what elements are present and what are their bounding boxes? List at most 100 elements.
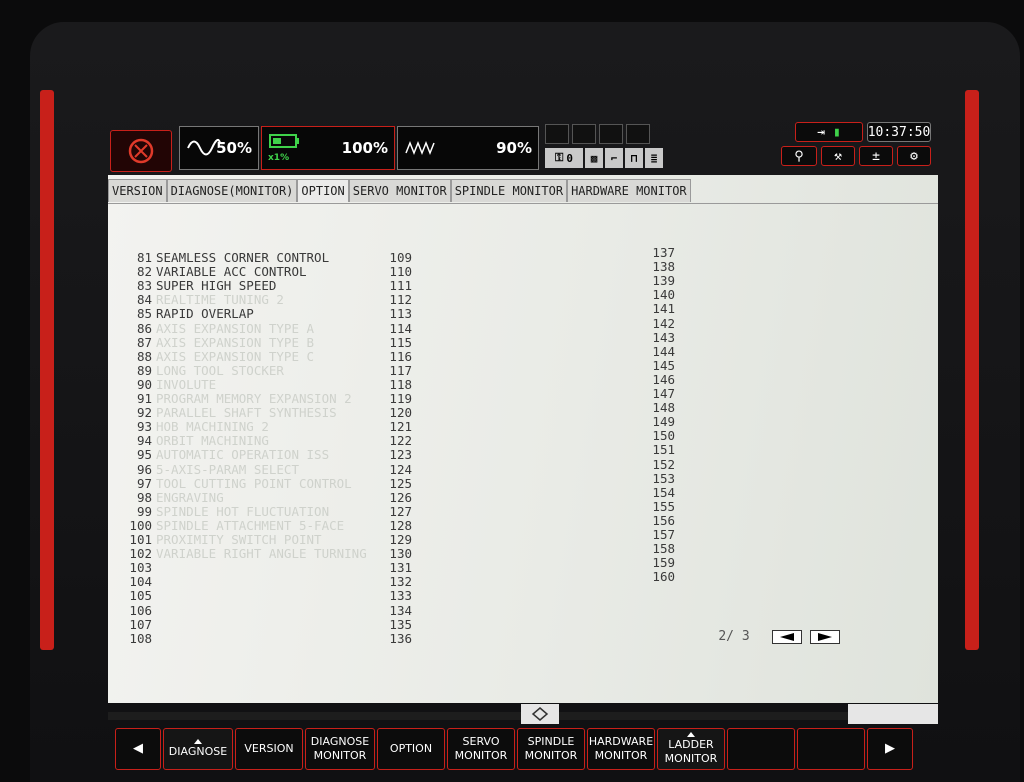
option-number: 158 [652,541,675,557]
tab-bar: VERSION DIAGNOSE(MONITOR) OPTION SERVO M… [108,179,691,203]
option-name: AXIS EXPANSION TYPE B [156,334,315,350]
option-row: 88 AXIS EXPANSION TYPE C [108,349,314,364]
arrow-left-icon: ◀ [133,741,143,756]
option-number: 116 [389,348,412,364]
option-number: 160 [652,569,675,585]
option-number: 143 [652,329,675,345]
option-number: 108 [129,630,152,646]
option-name: PARALLEL SHAFT SYNTHESIS [156,405,337,421]
option-number: 85 [136,306,152,322]
softkey-label: HARDWARE [588,735,654,748]
softkey-version[interactable]: VERSION [235,728,303,770]
horizontal-scrollbar[interactable] [108,704,938,724]
option-name: AXIS EXPANSION TYPE A [156,320,315,336]
option-number: 126 [389,489,412,505]
option-number: 133 [389,588,412,604]
key-icon: ⚿ 0 [545,148,583,168]
gear-icon: ⚙ [910,148,918,164]
scroll-thumb[interactable] [521,704,559,724]
option-number: 98 [136,489,152,505]
option-number: 146 [652,371,675,387]
option-number: 122 [389,433,412,449]
softkey-option[interactable]: OPTION [377,728,445,770]
option-name: 5-AXIS-PARAM SELECT [156,461,299,477]
tool-icon: ⊓ [625,148,643,168]
tab-diagnose-monitor[interactable]: DIAGNOSE(MONITOR) [166,179,298,202]
softkey-ladder-monitor[interactable]: LADDER MONITOR [657,728,725,770]
option-row: 96 5-AXIS-PARAM SELECT [108,461,299,477]
option-number: 144 [652,343,675,359]
tab-version[interactable]: VERSION [108,179,167,202]
tab-option[interactable]: OPTION [297,179,349,202]
status-bar: 50% x1% 100% 90% ⚿ 0 ▩ ⌐ ⊓ ≣ ⇥ ▮ 10:37:5… [105,118,935,174]
option-number: 138 [652,259,675,275]
arrow-left-icon [780,632,794,641]
softkey-spindle-monitor[interactable]: SPINDLE MONITOR [517,728,585,770]
option-row: 103 [108,561,156,575]
alarm-button[interactable] [110,130,172,172]
page-prev-button[interactable] [772,629,802,644]
option-number: 132 [389,574,412,590]
softkey-hardware-monitor[interactable]: HARDWARE MONITOR [587,728,655,770]
option-number: 135 [389,616,412,632]
main-screen: VERSION DIAGNOSE(MONITOR) OPTION SERVO M… [108,175,938,703]
feed-override-gauge[interactable]: 50% [179,126,259,170]
softkey-label: DIAGNOSE [310,735,370,748]
settings-button[interactable]: ⚙ [897,146,931,166]
tab-spindle-monitor[interactable]: SPINDLE MONITOR [450,179,568,202]
location-pin-icon: ⚲ [794,148,804,164]
option-row: 87 AXIS EXPANSION TYPE B [108,334,315,350]
hatch-icon: ▩ [585,148,603,168]
option-number: 139 [652,273,675,289]
softkey-next[interactable]: ▶ [867,728,913,770]
option-number: 134 [389,602,412,618]
softkey-diagnose-monitor[interactable]: DIAGNOSE MONITOR [305,728,375,770]
page-next-button[interactable] [810,629,840,644]
softkey-blank2[interactable] [797,728,865,770]
option-number: 111 [389,278,412,294]
option-row: 86 AXIS EXPANSION TYPE A [108,320,315,336]
softkey-label: LADDER [668,738,714,751]
option-row: 100 SPINDLE ATTACHMENT 5-FACE [108,518,344,533]
option-name: TOOL CUTTING POINT CONTROL [156,475,352,491]
bezel-accent-left [40,90,54,650]
option-number: 124 [389,461,412,477]
option-name: LONG TOOL STOCKER [156,362,284,378]
softkey-diagnose[interactable]: DIAGNOSE [163,728,233,770]
tab-servo-monitor[interactable]: SERVO MONITOR [348,179,451,202]
rapid-override-gauge[interactable]: x1% 100% [261,126,395,170]
option-number: 154 [652,484,675,500]
option-number: 106 [129,602,152,618]
softkey-label: MONITOR [313,749,367,762]
sine-wave-icon [187,138,221,156]
key-status-row: ⚿ 0 ▩ ⌐ ⊓ ≣ [545,148,663,168]
alarm-icon [128,138,154,164]
wrench-button[interactable]: ⚒ [821,146,855,166]
option-row: 102 VARIABLE RIGHT ANGLE TURNING [108,546,367,562]
clock-text: 10:37:50 [867,124,931,140]
softkey-servo-monitor[interactable]: SERVO MONITOR [447,728,515,770]
navi-button[interactable]: ⚲ [781,146,817,166]
option-number: 112 [389,292,412,308]
softkey-prev[interactable]: ◀ [115,728,161,770]
option-number: 136 [389,630,412,646]
calculator-button[interactable]: ± [859,146,893,166]
softkey-label: SERVO [462,735,500,748]
spindle-override-gauge[interactable]: 90% [397,126,539,170]
tab-hardware-monitor[interactable]: HARDWARE MONITOR [567,179,691,202]
option-name: SUPER HIGH SPEED [156,278,277,294]
option-number: 130 [389,546,412,562]
option-name: REALTIME TUNING 2 [156,292,284,308]
option-number: 140 [652,287,675,303]
mode-select-button[interactable]: ⇥ ▮ [795,122,863,142]
option-row: 85 RAPID OVERLAP [108,307,254,321]
option-name: HOB MACHINING 2 [156,419,269,435]
option-number: 125 [389,475,412,491]
option-number: 115 [389,334,412,350]
option-number: 97 [136,475,152,491]
softkey-blank1[interactable] [727,728,795,770]
option-number: 102 [129,546,152,562]
option-row: 89 LONG TOOL STOCKER [108,362,284,378]
option-name: VARIABLE RIGHT ANGLE TURNING [156,546,367,562]
battery-icon [269,134,299,148]
